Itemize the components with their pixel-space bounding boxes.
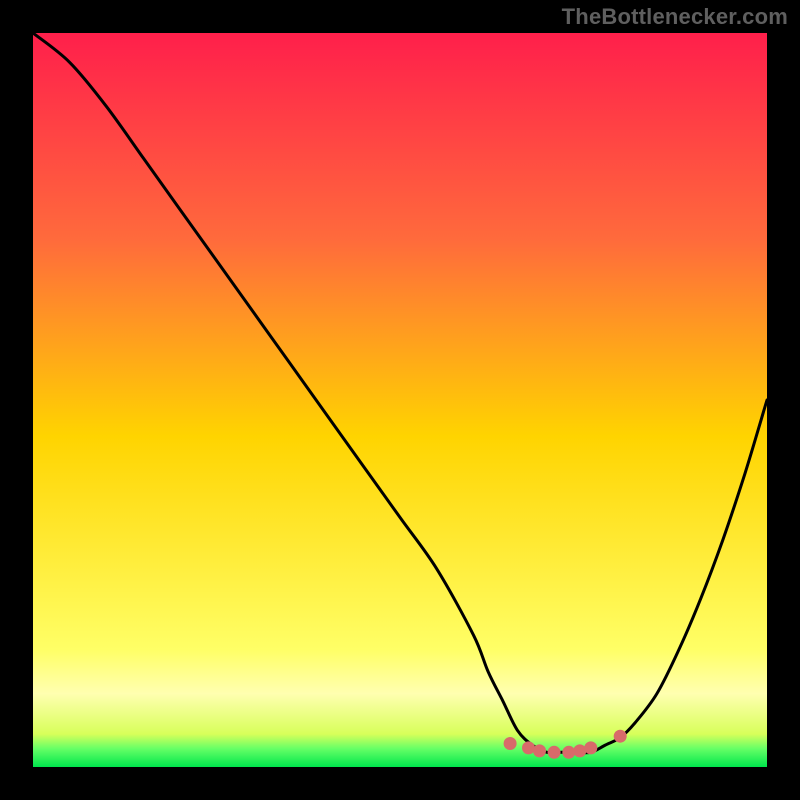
optimal-dot — [573, 744, 586, 757]
bottleneck-chart — [33, 33, 767, 767]
chart-frame: TheBottlenecker.com — [0, 0, 800, 800]
optimal-dot — [548, 746, 561, 759]
optimal-dot — [533, 744, 546, 757]
watermark-text: TheBottlenecker.com — [562, 4, 788, 30]
optimal-dot — [584, 741, 597, 754]
optimal-dot — [614, 730, 627, 743]
optimal-dot — [562, 746, 575, 759]
optimal-dot — [504, 737, 517, 750]
gradient-background — [33, 33, 767, 767]
optimal-dot — [522, 741, 535, 754]
